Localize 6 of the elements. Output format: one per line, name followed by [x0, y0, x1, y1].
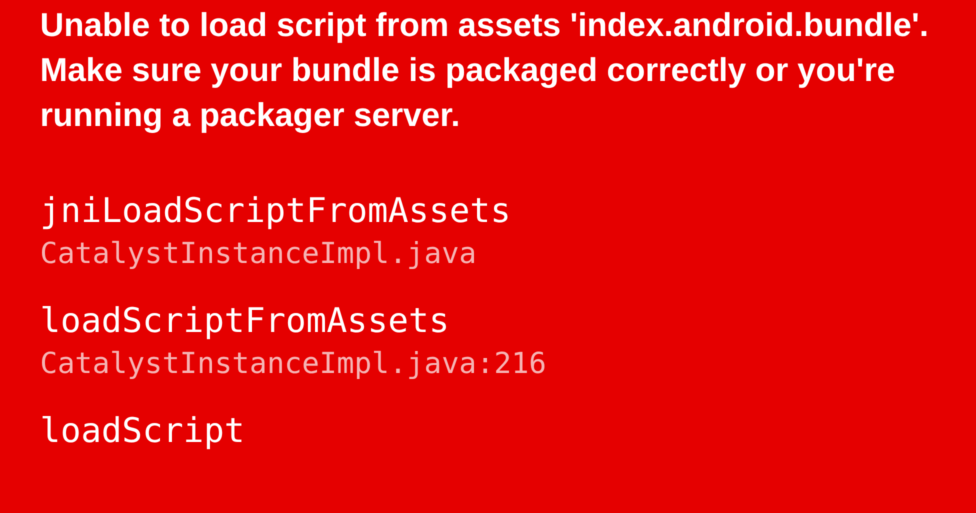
stack-frame-location: CatalystInstanceImpl.java	[40, 235, 478, 272]
error-message: Unable to load script from assets 'index.android.bundle'. Make sure your bundle is packaged correctly or you're running a packager server.	[40, 5, 930, 135]
stack-frame-method[interactable]: loadScriptFromAssets	[40, 299, 946, 343]
stack-frame-location: CatalystInstanceImpl.java:216	[40, 345, 548, 382]
stack-frame-method[interactable]: jniLoadScriptFromAssets	[40, 189, 946, 233]
stack-frame-method[interactable]: loadScript	[40, 409, 946, 453]
